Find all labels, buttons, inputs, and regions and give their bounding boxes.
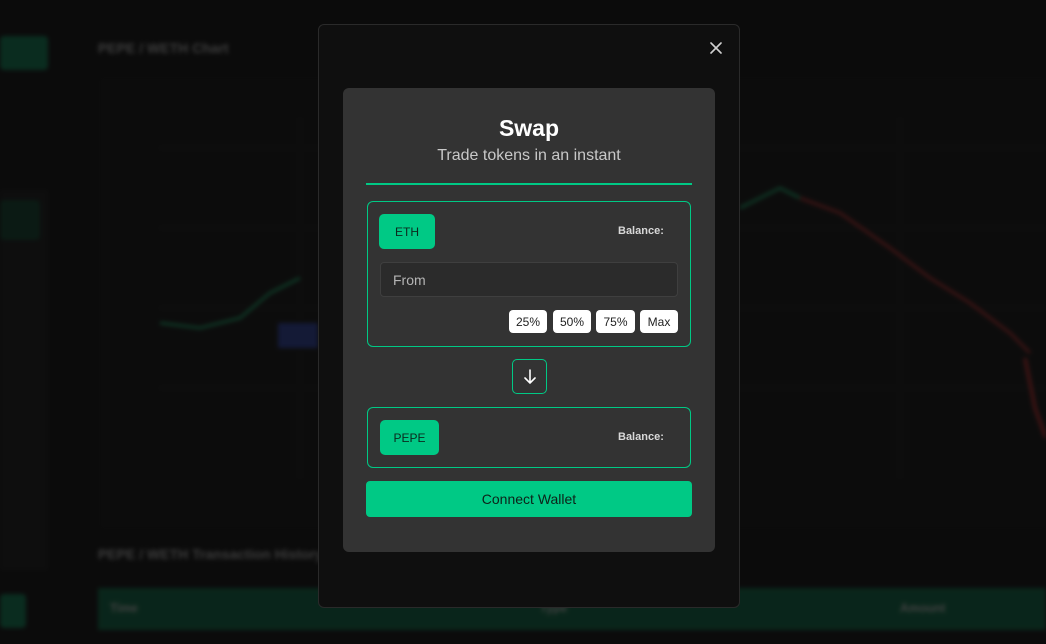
percent-75-button[interactable]: 75%	[596, 310, 635, 333]
close-button[interactable]	[707, 39, 725, 57]
from-balance-label: Balance:	[618, 225, 664, 237]
title-divider	[366, 183, 692, 185]
from-amount-input[interactable]	[380, 262, 678, 297]
from-token-select-button[interactable]: ETH	[379, 214, 435, 249]
percent-50-button[interactable]: 50%	[553, 310, 591, 333]
percent-25-button[interactable]: 25%	[509, 310, 547, 333]
page-subtitle: Trade tokens in an instant	[437, 147, 621, 164]
connect-wallet-button[interactable]: Connect Wallet	[366, 481, 692, 517]
swap-direction-button[interactable]	[512, 359, 547, 394]
page-title: Swap	[498, 115, 560, 141]
percent-max-button[interactable]: Max	[640, 310, 678, 333]
arrow-down-icon	[523, 368, 536, 384]
to-balance-label: Balance:	[618, 431, 664, 443]
to-token-select-button[interactable]: PEPE	[380, 420, 439, 455]
close-icon	[710, 42, 722, 54]
